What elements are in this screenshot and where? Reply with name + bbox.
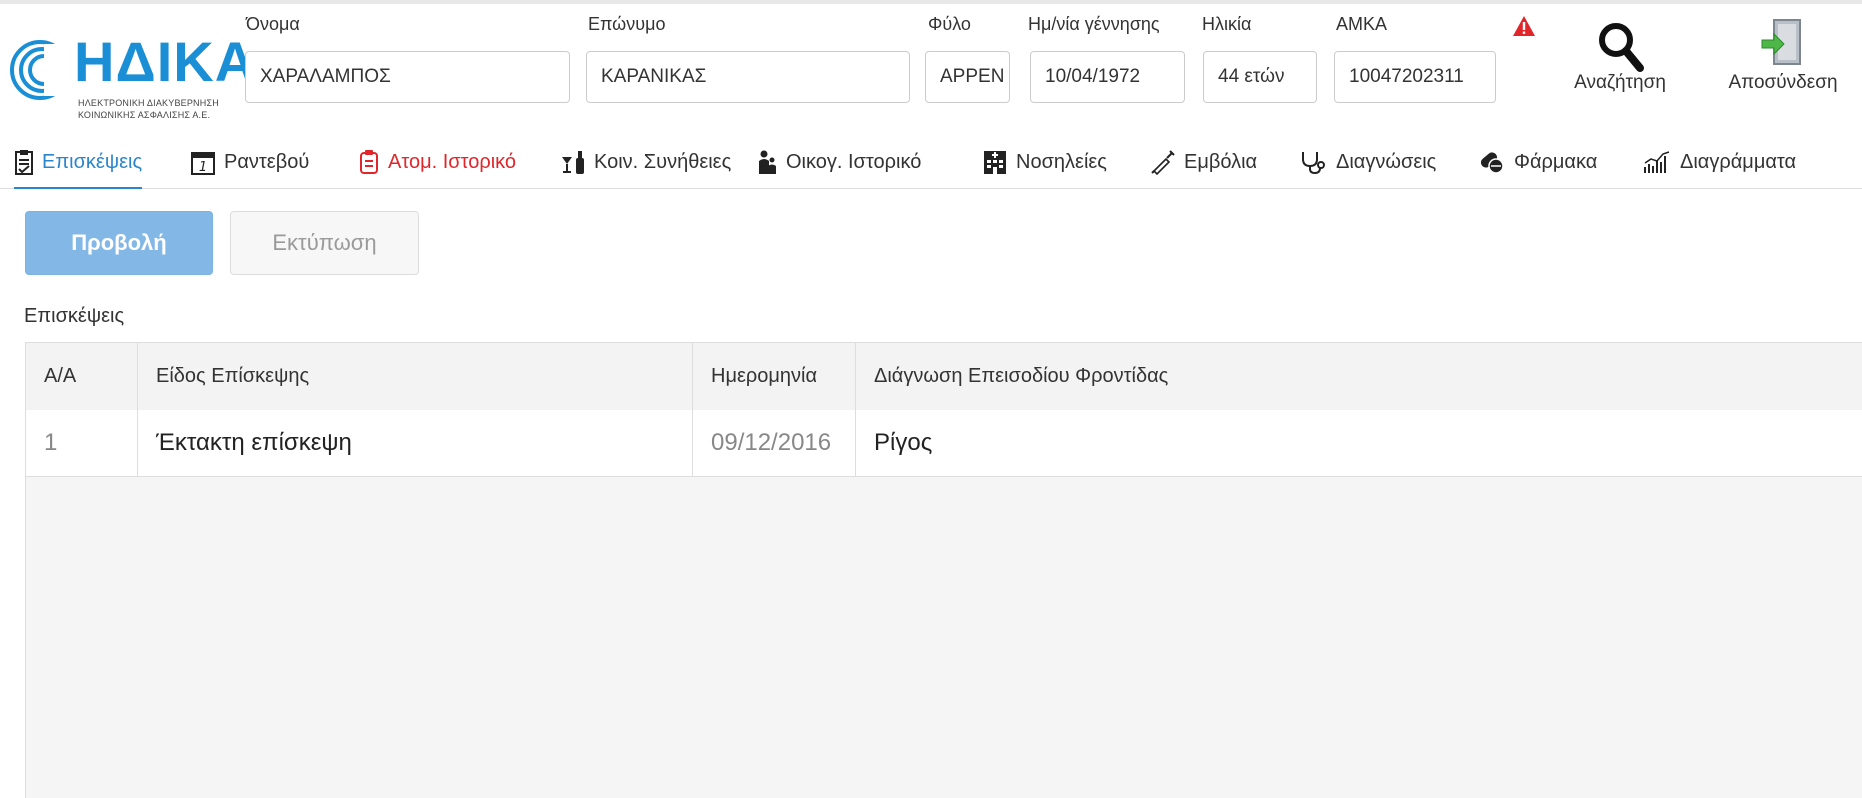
visit-date-cell: 09/12/2016 bbox=[693, 410, 856, 476]
search-label: Αναζήτηση bbox=[1574, 72, 1666, 93]
stethoscope-icon bbox=[1302, 152, 1325, 175]
print-button[interactable]: Εκτύπωση bbox=[230, 211, 419, 275]
tab-medications[interactable]: Φάρμακα bbox=[1478, 136, 1597, 188]
diagnosis-cell: Ρίγος bbox=[874, 429, 933, 456]
svg-text:1: 1 bbox=[199, 160, 207, 175]
gender-field[interactable]: ΑΡΡΕΝ bbox=[925, 51, 1010, 103]
clipboard-icon bbox=[15, 150, 33, 175]
chart-icon bbox=[1644, 151, 1670, 173]
tab-social-habits[interactable]: Κοιν. Συνήθειες bbox=[560, 136, 731, 188]
tab-label: Οικογ. Ιστορικό bbox=[786, 150, 922, 173]
first-name-label: Όνομα bbox=[246, 14, 300, 34]
warning-icon[interactable] bbox=[1512, 14, 1536, 38]
history-icon bbox=[360, 150, 378, 174]
tab-label: Εμβόλια bbox=[1184, 150, 1258, 173]
view-button[interactable]: Προβολή bbox=[25, 211, 213, 275]
gender-label: Φύλο bbox=[928, 14, 971, 34]
syringe-icon bbox=[1151, 150, 1175, 175]
tab-diagnoses[interactable]: Διαγνώσεις bbox=[1300, 136, 1436, 188]
birthdate-field[interactable]: 10/04/1972 bbox=[1030, 51, 1185, 103]
logo-subtitle: ΗΛΕΚΤΡΟΝΙΚΗ ΔΙΑΚΥΒΕΡΝΗΣΗ bbox=[78, 98, 219, 108]
tab-label: Διαγνώσεις bbox=[1336, 150, 1437, 173]
habits-icon bbox=[562, 151, 584, 174]
logout-label: Αποσύνδεση bbox=[1728, 72, 1838, 93]
family-icon bbox=[759, 150, 776, 174]
patient-nav-tabs: Επισκέψεις 1 Ραντεβού Ατομ. Ιστορικό Κοι… bbox=[0, 136, 1862, 189]
logo-swirl-icon bbox=[10, 40, 72, 100]
last-name-label: Επώνυμο bbox=[588, 14, 666, 34]
tab-label: Κοιν. Συνήθειες bbox=[594, 150, 732, 173]
tab-label: Νοσηλείες bbox=[1016, 150, 1107, 173]
first-name-field[interactable]: ΧΑΡΑΛΑΜΠΟΣ bbox=[245, 51, 570, 103]
table-header: Α/Α Είδος Επίσκεψης Ημερομηνία Διάγνωση … bbox=[26, 343, 1862, 411]
tab-hospitalizations[interactable]: Νοσηλείες bbox=[982, 136, 1107, 188]
table-row[interactable]: 1 Έκτακτη επίσκεψη 09/12/2016 Ρίγος bbox=[26, 410, 1862, 477]
tab-vaccines[interactable]: Εμβόλια bbox=[1150, 136, 1257, 188]
hdika-logo: ΗΔΙΚΑ ΗΛΕΚΤΡΟΝΙΚΗ ΔΙΑΚΥΒΕΡΝΗΣΗ ΚΟΙΝΩΝΙΚΗ… bbox=[8, 32, 255, 126]
last-name-field[interactable]: ΚΑΡΑΝΙΚΑΣ bbox=[586, 51, 910, 103]
search-icon bbox=[1599, 23, 1644, 72]
hospital-icon bbox=[984, 151, 1006, 174]
column-header[interactable]: Είδος Επίσκεψης bbox=[138, 343, 693, 410]
amka-field[interactable]: 10047202311 bbox=[1334, 51, 1496, 103]
visits-table: Α/Α Είδος Επίσκεψης Ημερομηνία Διάγνωση … bbox=[25, 342, 1862, 798]
amka-label: ΑΜΚΑ bbox=[1336, 14, 1388, 34]
row-number-cell: 1 bbox=[26, 410, 138, 476]
tab-label: Ατομ. Ιστορικό bbox=[388, 150, 517, 173]
column-header[interactable]: Διάγνωση Επεισοδίου Φροντίδας bbox=[856, 343, 1862, 410]
column-header[interactable]: Ημερομηνία bbox=[693, 343, 856, 410]
logo-name: ΗΔΙΚΑ bbox=[74, 30, 257, 93]
calendar-icon: 1 bbox=[191, 152, 215, 175]
age-label: Ηλικία bbox=[1202, 14, 1252, 34]
birthdate-label: Ημ/νία γέννησης bbox=[1028, 14, 1160, 34]
visit-type-cell: Έκτακτη επίσκεψη bbox=[138, 410, 693, 476]
tab-label: Φάρμακα bbox=[1514, 150, 1598, 173]
tab-personal-history[interactable]: Ατομ. Ιστορικό bbox=[358, 136, 516, 188]
logo-subtitle: ΚΟΙΝΩΝΙΚΗΣ ΑΣΦΑΛΙΣΗΣ Α.Ε. bbox=[78, 110, 211, 120]
tab-family-history[interactable]: Οικογ. Ιστορικό bbox=[756, 136, 921, 188]
tab-appointments[interactable]: 1 Ραντεβού bbox=[190, 136, 309, 188]
tab-label: Ραντεβού bbox=[224, 150, 310, 173]
tab-visits[interactable]: Επισκέψεις bbox=[14, 136, 143, 189]
search-button[interactable]: Αναζήτηση bbox=[1560, 14, 1680, 94]
tab-label: Επισκέψεις bbox=[42, 150, 143, 173]
logout-button[interactable]: Αποσύνδεση bbox=[1708, 14, 1858, 94]
top-divider bbox=[0, 0, 1862, 4]
column-header[interactable]: Α/Α bbox=[26, 343, 138, 410]
tab-charts[interactable]: Διαγράμματα bbox=[1642, 136, 1796, 188]
pills-icon bbox=[1480, 152, 1504, 174]
age-field[interactable]: 44 ετών bbox=[1203, 51, 1317, 103]
section-title: Επισκέψεις bbox=[24, 305, 125, 327]
tab-label: Διαγράμματα bbox=[1680, 150, 1797, 173]
exit-door-icon bbox=[1761, 19, 1801, 65]
